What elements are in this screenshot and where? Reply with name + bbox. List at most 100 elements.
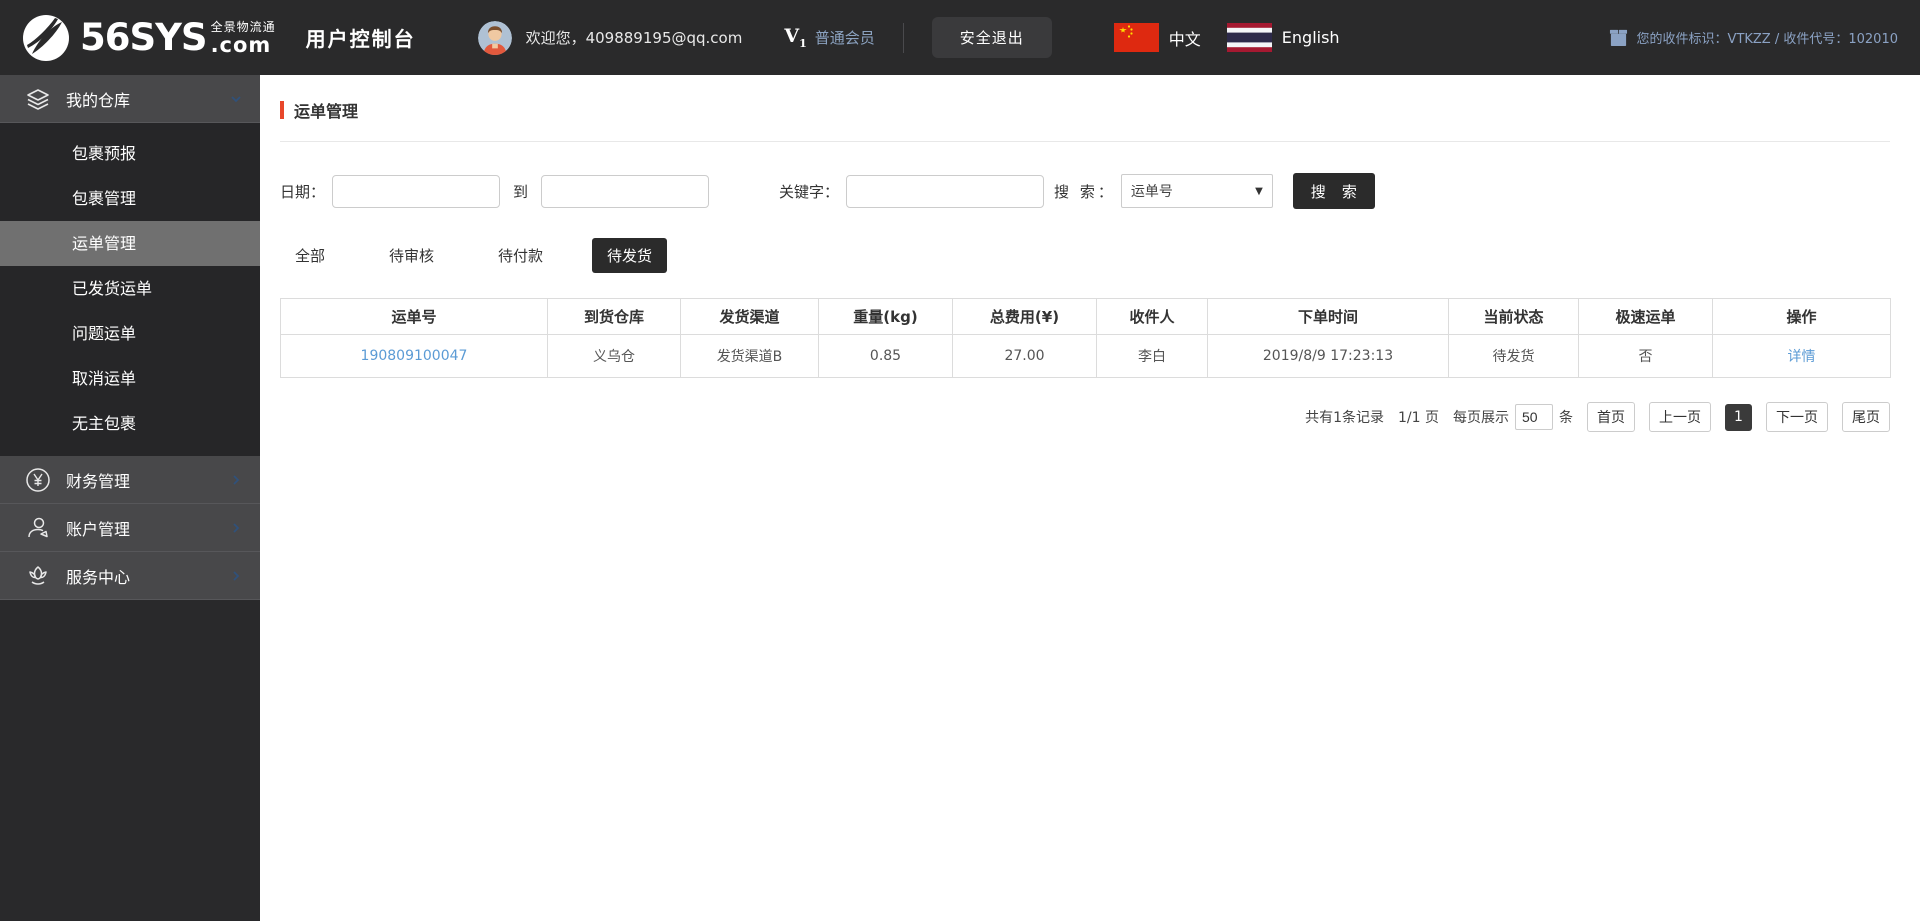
sidebar-section-label: 我的仓库 (66, 90, 131, 110)
prev-page-button[interactable]: 上一页 (1649, 402, 1711, 432)
yen-circle-icon (26, 467, 50, 492)
sidebar-section-label: 财务管理 (66, 471, 131, 491)
col-receiver: 收件人 (1096, 298, 1208, 335)
select-caret-icon: ▼ (1255, 185, 1263, 197)
top-header: 56SYS 全景物流通 .com 用户控制台 欢迎您，409889195@qq.… (0, 0, 1920, 75)
chevron-down-icon (231, 95, 241, 102)
membership: V1 普通会员 (784, 25, 874, 50)
sidebar-section-account[interactable]: 账户管理 (0, 504, 260, 552)
keyword-input[interactable] (846, 174, 1045, 208)
chevron-right-icon (233, 474, 240, 485)
cell-status: 待发货 (1448, 334, 1579, 378)
membership-label: 普通会员 (814, 28, 875, 47)
search-type-label: 搜 索： (1054, 182, 1116, 201)
main-content: 运单管理 日期： 到 关键字： 搜 索： 运单号 ▼ 搜 索 全部 待审核 待付… (260, 75, 1920, 921)
sidebar-submenu: 包裹预报 包裹管理 运单管理 已发货运单 问题运单 取消运单 无主包裹 (0, 123, 260, 456)
china-flag-icon[interactable] (1113, 23, 1159, 52)
table-row: 190809100047 义乌仓 发货渠道B 0.85 27.00 李白 201… (280, 334, 1891, 378)
sidebar: 我的仓库 包裹预报 包裹管理 运单管理 已发货运单 问题运单 取消运单 无主包裹… (0, 75, 260, 921)
thailand-flag-icon[interactable] (1226, 23, 1272, 52)
sidebar-section-my-warehouse[interactable]: 我的仓库 (0, 75, 260, 123)
logo-tld: .com (210, 33, 272, 57)
date-from-input[interactable] (332, 174, 501, 208)
col-order-time: 下单时间 (1207, 298, 1449, 335)
table-header-row: 运单号 到货仓库 发货渠道 重量(kg) 总费用(¥) 收件人 下单时间 当前状… (280, 298, 1891, 335)
next-page-button[interactable]: 下一页 (1766, 402, 1828, 432)
receiver-info: 您的收件标识：VTKZZ / 收件代号：102010 (1609, 28, 1898, 47)
layers-icon (27, 88, 49, 110)
cell-express: 否 (1578, 334, 1713, 378)
cell-channel: 发货渠道B (680, 334, 819, 378)
search-type-select[interactable]: 运单号 ▼ (1120, 174, 1273, 208)
cell-receiver: 李白 (1096, 334, 1208, 378)
per-page-input[interactable] (1515, 404, 1553, 430)
col-channel: 发货渠道 (680, 298, 819, 335)
logout-button[interactable]: 安全退出 (931, 17, 1052, 58)
date-to-label: 到 (513, 182, 529, 201)
per-page-label: 每页展示 (1453, 410, 1509, 426)
sidebar-item-problem-waybills[interactable]: 问题运单 (0, 311, 260, 356)
chevron-right-icon (233, 522, 240, 533)
logo-brand: 56SYS (80, 16, 208, 59)
tab-pending-review[interactable]: 待审核 (374, 238, 449, 273)
per-page-unit: 条 (1559, 410, 1573, 426)
status-tabs: 全部 待审核 待付款 待发货 (280, 238, 1890, 273)
receiver-id-text: 您的收件标识：VTKZZ / 收件代号：102010 (1636, 32, 1898, 47)
search-button[interactable]: 搜 索 (1292, 173, 1375, 209)
avatar[interactable] (477, 20, 512, 55)
page-title-row: 运单管理 (280, 98, 1890, 122)
user-info: 欢迎您，409889195@qq.com (477, 20, 743, 55)
chevron-right-icon (233, 570, 240, 581)
vip-level-icon: V1 (784, 25, 807, 50)
lotus-icon (29, 565, 47, 585)
keyword-label: 关键字： (779, 182, 840, 201)
header-divider (902, 22, 904, 53)
sidebar-section-label: 服务中心 (66, 567, 131, 587)
tab-pending-payment[interactable]: 待付款 (483, 238, 558, 273)
page-title: 运单管理 (294, 102, 359, 121)
waybill-no-link[interactable]: 190809100047 (361, 348, 468, 364)
sidebar-item-cancelled-waybills[interactable]: 取消运单 (0, 356, 260, 401)
date-label: 日期： (280, 182, 326, 201)
language-switcher: 中文 English (1113, 23, 1340, 52)
waybill-table: 运单号 到货仓库 发货渠道 重量(kg) 总费用(¥) 收件人 下单时间 当前状… (280, 298, 1891, 378)
sidebar-section-finance[interactable]: 财务管理 (0, 456, 260, 504)
cell-weight: 0.85 (818, 334, 953, 378)
person-icon (28, 517, 48, 537)
sidebar-item-package-forecast[interactable]: 包裹预报 (0, 131, 260, 176)
title-accent-bar (280, 101, 284, 119)
sidebar-section-label: 账户管理 (66, 519, 131, 539)
col-express: 极速运单 (1578, 298, 1713, 335)
logo[interactable]: 56SYS 全景物流通 .com (22, 14, 276, 62)
sidebar-item-shipped-waybills[interactable]: 已发货运单 (0, 266, 260, 311)
col-weight: 重量(kg) (818, 298, 953, 335)
lang-chinese[interactable]: 中文 (1169, 26, 1201, 50)
page-info: 1/1 页 (1398, 410, 1439, 426)
sidebar-section-service[interactable]: 服务中心 (0, 552, 260, 600)
date-to-input[interactable] (541, 174, 710, 208)
col-action: 操作 (1712, 298, 1891, 335)
console-title: 用户控制台 (305, 27, 416, 51)
sidebar-item-waybill-management[interactable]: 运单管理 (0, 221, 260, 266)
record-summary: 共有1条记录 (1305, 410, 1385, 426)
tab-pending-shipment[interactable]: 待发货 (592, 238, 668, 273)
filter-bar: 日期： 到 关键字： 搜 索： 运单号 ▼ 搜 索 (280, 173, 1890, 209)
lang-english[interactable]: English (1282, 28, 1340, 47)
cell-warehouse: 义乌仓 (547, 334, 681, 378)
first-page-button[interactable]: 首页 (1587, 402, 1635, 432)
cell-total-fee: 27.00 (952, 334, 1097, 378)
current-page-button[interactable]: 1 (1725, 403, 1752, 431)
logo-tagline: 全景物流通 (210, 20, 276, 34)
sidebar-item-unclaimed-packages[interactable]: 无主包裹 (0, 401, 260, 446)
pagination: 共有1条记录 1/1 页 每页展示 条 首页 上一页 1 下一页 尾页 (280, 402, 1890, 432)
tab-all[interactable]: 全部 (280, 238, 340, 273)
cell-order-time: 2019/8/9 17:23:13 (1207, 334, 1449, 378)
detail-link[interactable]: 详情 (1788, 349, 1816, 365)
last-page-button[interactable]: 尾页 (1842, 402, 1890, 432)
welcome-text: 欢迎您，409889195@qq.com (525, 29, 743, 47)
logo-globe-icon (23, 14, 69, 61)
col-status: 当前状态 (1448, 298, 1579, 335)
col-waybill-no: 运单号 (280, 298, 548, 335)
title-divider (280, 141, 1890, 142)
sidebar-item-package-management[interactable]: 包裹管理 (0, 176, 260, 221)
